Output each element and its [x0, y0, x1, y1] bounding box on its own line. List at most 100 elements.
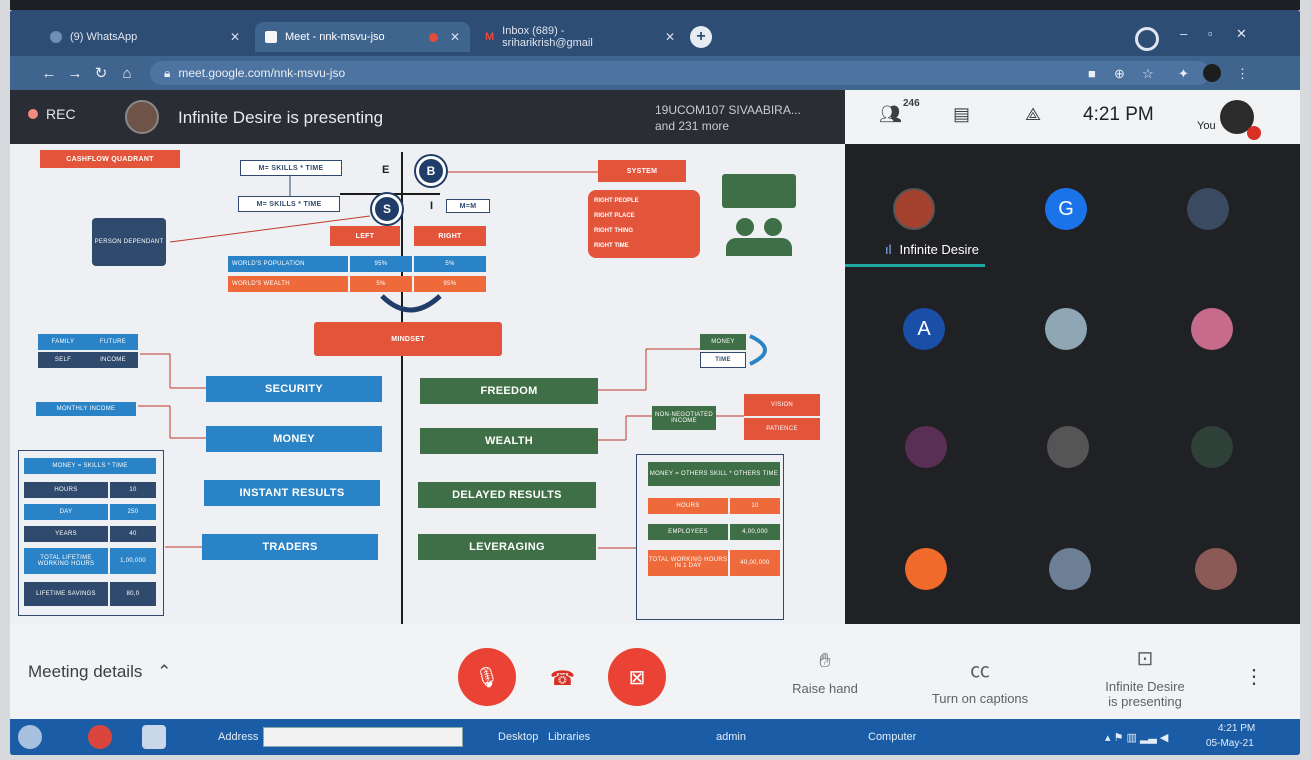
photo-frame: (9) WhatsApp ✕ Meet - nnk-msvu-jso ✕ M I… [0, 0, 1311, 760]
avatar[interactable] [1195, 548, 1237, 590]
money-tag: MONEY [700, 334, 746, 350]
patience-box: PATIENCE [744, 418, 820, 440]
profile-icon[interactable] [1135, 27, 1159, 51]
instant-results-box: INSTANT RESULTS [204, 480, 380, 506]
reload-icon[interactable]: ↻ [88, 64, 114, 82]
hand-icon: ✋︎ [819, 650, 831, 672]
family-cell: FAMILY [38, 334, 88, 350]
meeting-clock: 4:21 PM [1083, 104, 1154, 125]
participants-line1: 19UCOM107 SIVAABIRA... [655, 103, 801, 117]
minimize-icon[interactable]: – [1180, 26, 1187, 41]
url-field[interactable]: 🔒︎ meet.google.com/nnk-msvu-jso [150, 61, 1210, 85]
avatar[interactable] [1047, 426, 1089, 468]
raise-hand-button[interactable]: ✋︎ Raise hand [780, 650, 870, 696]
extensions-icon[interactable]: ✦ [1178, 66, 1189, 82]
account-avatar[interactable] [1203, 64, 1221, 82]
home-icon[interactable]: ⌂ [114, 65, 140, 82]
freedom-box: FREEDOM [420, 378, 598, 404]
admin-link[interactable]: admin [716, 731, 746, 743]
desktop-link[interactable]: Desktop [498, 731, 538, 743]
alert-icon [1247, 126, 1261, 140]
tab-meet[interactable]: Meet - nnk-msvu-jso ✕ [255, 22, 470, 52]
cashflow-quadrant-button: CASHFLOW QUADRANT [40, 150, 180, 168]
r-total-value: 40,00,000 [730, 550, 780, 576]
presenting-line1: Infinite Desire [1105, 679, 1185, 694]
active-speaker-name: Infinite Desire [899, 242, 979, 257]
camera-off-button[interactable]: ⊠ [608, 648, 666, 706]
menu-icon[interactable]: ⋮ [1236, 66, 1249, 82]
wealth-pct-left: 5% [350, 276, 412, 292]
close-icon[interactable]: ✕ [450, 30, 460, 44]
person-dependant-box: PERSON DEPENDANT [92, 218, 166, 266]
back-icon[interactable]: ← [36, 65, 62, 82]
hang-up-button[interactable]: ☎︎ [550, 666, 575, 691]
chrome-icon[interactable] [88, 725, 112, 749]
meet-controls: Meeting details ⌃ 🎙︎ ☎︎ ⊠ ✋︎ Raise hand … [10, 624, 1300, 719]
people-count: 246 [903, 98, 920, 109]
team-meeting-icon [722, 174, 796, 258]
right-people: RIGHT PEOPLE [594, 198, 639, 204]
people-icon[interactable]: 👥︎ [879, 104, 902, 125]
lifetime-savings-value: 80,0 [110, 582, 156, 606]
maximize-icon[interactable]: ▫ [1208, 26, 1213, 41]
phone-hangup-icon: ☎︎ [550, 668, 575, 690]
total-hours-value: 1,00,000 [110, 548, 156, 574]
captions-button[interactable]: ㏄ Turn on captions [915, 654, 1045, 706]
computer-link[interactable]: Computer [868, 731, 916, 743]
activities-icon[interactable]: ⟁ [1025, 104, 1041, 125]
avatar[interactable] [1045, 308, 1087, 350]
avatar[interactable]: A [903, 308, 945, 350]
participants-summary[interactable]: 19UCOM107 SIVAABIRA... and 231 more [655, 102, 801, 134]
money-skills-time-header: MONEY = SKILLS * TIME [24, 458, 156, 474]
r-employees-value: 4,00,000 [730, 524, 780, 540]
gmail-icon: M [485, 31, 495, 43]
camera-off-icon: ⊠ [628, 666, 646, 689]
active-speaker-label: ıl Infinite Desire [885, 242, 979, 257]
right-button: RIGHT [414, 226, 486, 246]
address-input[interactable] [263, 727, 463, 747]
avatar[interactable] [1187, 188, 1229, 230]
future-cell: FUTURE [88, 334, 138, 350]
tray-icons[interactable]: ▴ ⚑ ▥ ▂▃ ◀︎ [1105, 731, 1168, 744]
start-icon[interactable] [18, 725, 42, 749]
camera-blocked-icon[interactable]: ■ [1088, 66, 1096, 81]
app-icon[interactable] [142, 725, 166, 749]
close-icon[interactable]: ✕ [665, 30, 675, 44]
monthly-income-box: MONTHLY INCOME [36, 402, 136, 416]
avatar[interactable] [1191, 426, 1233, 468]
more-options-icon[interactable]: ⋮ [1244, 664, 1264, 689]
avatar[interactable]: G [1045, 188, 1087, 230]
close-window-icon[interactable]: ✕ [1236, 26, 1247, 42]
avatar[interactable] [905, 548, 947, 590]
formula-box-1: M= SKILLS * TIME [240, 160, 342, 176]
presenting-button[interactable]: ⊡ Infinite Desire is presenting [1090, 646, 1200, 709]
close-icon[interactable]: ✕ [230, 30, 240, 44]
recording-indicator: REC [28, 106, 76, 122]
bookmark-star-icon[interactable]: ☆ [1142, 66, 1154, 82]
avatar[interactable] [1191, 308, 1233, 350]
new-tab-button[interactable]: + [690, 26, 712, 48]
tab-gmail[interactable]: M Inbox (689) - sriharikrish@gmail ✕ [475, 22, 685, 52]
libraries-link[interactable]: Libraries [548, 731, 590, 743]
avatar[interactable] [893, 188, 935, 230]
avatar[interactable] [1049, 548, 1091, 590]
tab-whatsapp[interactable]: (9) WhatsApp ✕ [40, 22, 250, 52]
meeting-details-button[interactable]: Meeting details ⌃ [28, 662, 171, 682]
avatar[interactable] [905, 426, 947, 468]
mic-off-button[interactable]: 🎙︎ [458, 648, 516, 706]
forward-icon[interactable]: → [62, 65, 88, 82]
tab-label: (9) WhatsApp [70, 31, 138, 43]
avatar [125, 100, 159, 134]
left-button: LEFT [330, 226, 400, 246]
zoom-icon[interactable]: ⊕ [1114, 66, 1125, 82]
chat-icon[interactable]: ▤ [953, 104, 970, 125]
tab-label: Inbox (689) - sriharikrish@gmail [502, 25, 593, 49]
income-cell: INCOME [88, 352, 138, 368]
delayed-results-box: DELAYED RESULTS [418, 482, 596, 508]
self-label: You [1197, 120, 1216, 132]
vision-box: VISION [744, 394, 820, 416]
top-strip [10, 0, 1300, 10]
rec-dot-icon [28, 109, 38, 119]
url-text: meet.google.com/nnk-msvu-jso [178, 66, 346, 80]
windows-taskbar: Address Desktop Libraries admin Computer… [10, 719, 1300, 755]
